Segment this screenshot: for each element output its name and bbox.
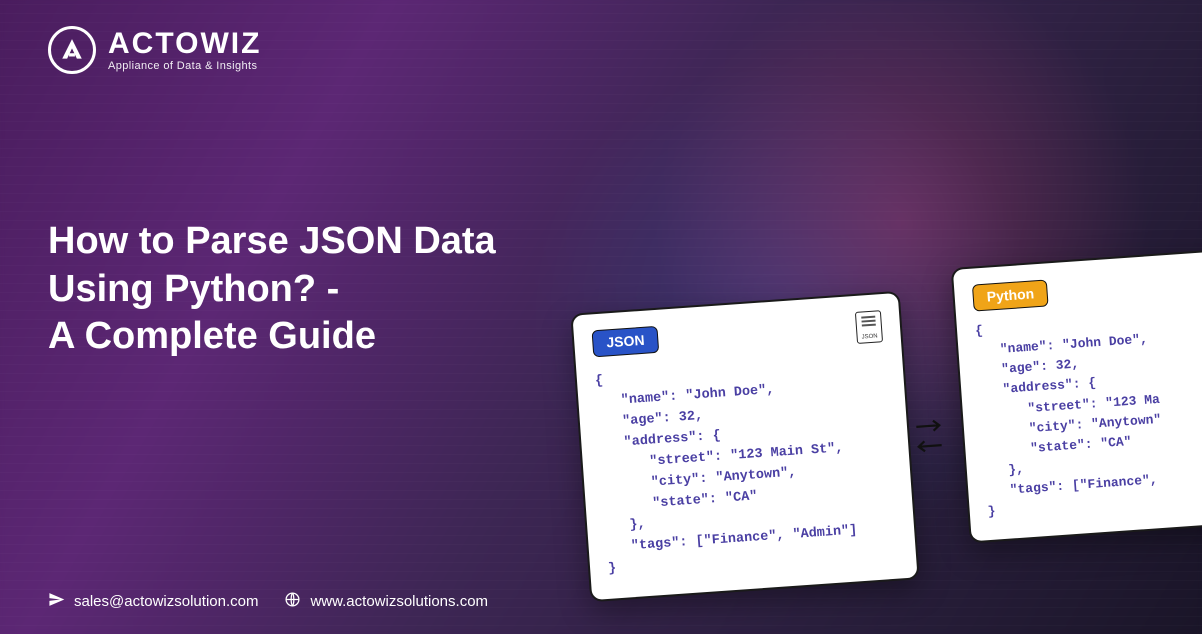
headline-line-1: How to Parse JSON Data — [48, 218, 496, 266]
brand-tagline: Appliance of Data & Insights — [108, 61, 261, 72]
contact-website: www.actowizsolutions.com — [284, 591, 488, 612]
python-label: Python — [972, 279, 1049, 311]
email-text: sales@actowizsolution.com — [74, 593, 258, 610]
brand-logo-area: ACTOWIZ Appliance of Data & Insights — [48, 26, 261, 74]
page-title: How to Parse JSON Data Using Python? - A… — [48, 218, 496, 361]
contact-email: sales@actowizsolution.com — [48, 591, 258, 612]
python-code: { "name": "John Doe", "age": 32, "addres… — [974, 305, 1202, 523]
json-card: JSON JSON { "name": "John Doe", "age": 3… — [570, 291, 919, 603]
globe-icon — [284, 591, 301, 612]
python-card: Python { "name": "John Doe", "age": 32, … — [951, 249, 1202, 544]
file-icon-label: JSON — [861, 333, 877, 340]
logo-mark-icon — [48, 26, 96, 74]
bidirectional-arrows-icon — [914, 417, 944, 455]
file-icon: JSON — [855, 310, 883, 344]
json-code: { "name": "John Doe", "age": 32, "addres… — [594, 352, 898, 581]
website-text: www.actowizsolutions.com — [310, 593, 488, 610]
json-label: JSON — [592, 326, 660, 358]
send-icon — [48, 591, 65, 612]
contact-bar: sales@actowizsolution.com www.actowizsol… — [48, 591, 488, 612]
brand-name: ACTOWIZ — [108, 29, 261, 59]
headline-line-3: A Complete Guide — [48, 313, 496, 361]
headline-line-2: Using Python? - — [48, 266, 496, 314]
